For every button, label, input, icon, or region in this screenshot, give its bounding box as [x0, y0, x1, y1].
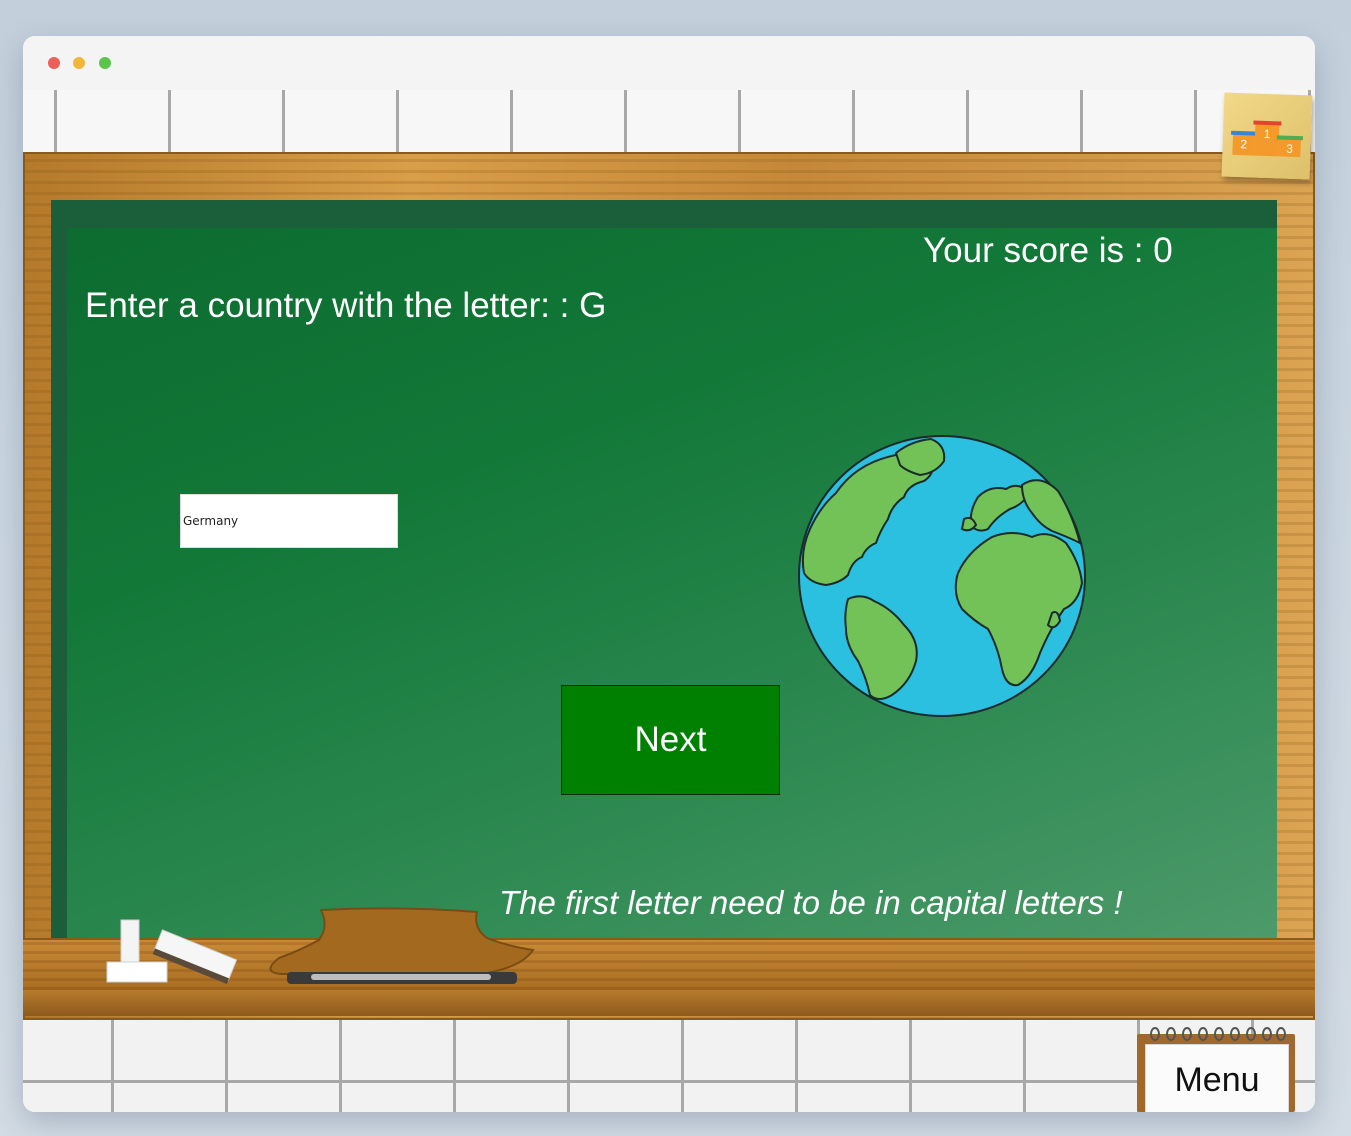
- capital-letter-hint: The first letter need to be in capital l…: [499, 884, 1123, 921]
- question-prompt: Enter a country with the letter: : G: [85, 286, 607, 325]
- chalk-pieces: [106, 919, 238, 984]
- podium-place-1: 1: [1263, 127, 1270, 141]
- podium-place-3: 3: [1286, 142, 1293, 156]
- browser-window: Your score is : 0 Enter a country with t…: [23, 36, 1315, 1112]
- podium-place-2: 2: [1240, 137, 1247, 151]
- minimize-window-dot[interactable]: [73, 57, 85, 69]
- window-titlebar: [23, 36, 1315, 91]
- earth-globe-icon: [798, 435, 1086, 717]
- menu-button[interactable]: Menu: [1137, 1026, 1295, 1112]
- next-button[interactable]: Next: [561, 685, 780, 795]
- chalkboard-eraser: [269, 907, 535, 984]
- wall-tiles-bottom: [23, 1016, 1315, 1112]
- podium-icon: 1 2 3: [1231, 120, 1304, 158]
- country-answer-input[interactable]: [180, 494, 398, 548]
- score-text: Your score is : 0: [923, 231, 1173, 270]
- close-window-dot[interactable]: [48, 57, 60, 69]
- chalk-tray-ledge: [23, 990, 1315, 1016]
- leaderboard-button[interactable]: 1 2 3: [1221, 92, 1313, 180]
- menu-label: Menu: [1145, 1044, 1289, 1112]
- maximize-window-dot[interactable]: [99, 57, 111, 69]
- spiral-rings-icon: [1150, 1027, 1286, 1041]
